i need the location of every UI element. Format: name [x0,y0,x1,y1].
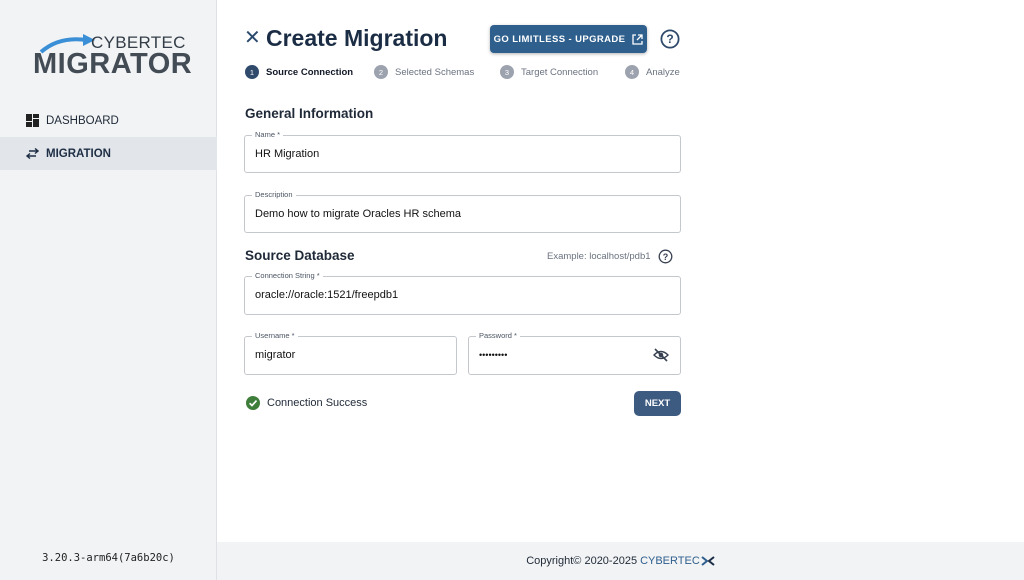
connection-example: Example: localhost/pdb1 ? [547,249,673,264]
step-label: Analyze [646,66,680,78]
step-target-connection[interactable]: 3 Target Connection [500,65,598,79]
sidebar-item-migration[interactable]: MIGRATION [0,137,217,170]
svg-text:?: ? [666,32,673,46]
username-field[interactable]: Username * migrator [244,331,457,375]
name-field-label: Name * [252,130,284,139]
footer-brand-link[interactable]: CYBERTEC [640,555,700,567]
step-number: 2 [374,65,388,79]
sidebar-item-dashboard[interactable]: DASHBOARD [0,104,217,137]
close-icon[interactable]: ✕ [244,28,261,48]
description-field[interactable]: Description Demo how to migrate Oracles … [244,190,681,233]
page-title: Create Migration [266,25,448,51]
connection-string-value[interactable]: oracle://oracle:1521/freepdb1 [255,289,398,301]
step-source-connection[interactable]: 1 Source Connection [245,65,353,79]
step-number: 3 [500,65,514,79]
check-circle-icon [246,396,260,410]
swap-arrows-icon [25,147,39,161]
connection-string-field[interactable]: Connection String * oracle://oracle:1521… [244,271,681,315]
step-analyze[interactable]: 4 Analyze [625,65,680,79]
footer: Copyright© 2020-2025 CYBERTEC [217,542,1024,580]
description-field-label: Description [252,190,296,199]
external-link-icon [632,33,644,45]
copyright-text: Copyright© 2020-2025 [526,555,638,567]
cybertec-migrator-logo[interactable]: CYBERTEC MIGRATOR [33,32,192,80]
connection-example-text: Example: localhost/pdb1 [547,251,651,262]
source-database-heading: Source Database [245,248,355,263]
help-circle-icon[interactable]: ? [660,29,680,54]
logo-main-text: MIGRATOR [33,48,193,80]
password-field-value[interactable]: ••••••••• [479,350,507,360]
password-field[interactable]: Password * ••••••••• [468,331,681,375]
upgrade-button-label: GO LIMITLESS - UPGRADE [493,33,626,45]
sidebar: CYBERTEC MIGRATOR DASHBOARD MIGRATION 3.… [0,0,217,580]
sidebar-item-label: DASHBOARD [46,114,119,127]
general-information-heading: General Information [245,106,374,121]
step-label: Selected Schemas [395,66,475,78]
help-circle-icon[interactable]: ? [658,249,673,264]
step-selected-schemas[interactable]: 2 Selected Schemas [374,65,474,79]
step-number: 4 [625,65,639,79]
connection-string-label: Connection String * [252,271,323,280]
visibility-off-icon[interactable] [653,348,669,367]
next-button[interactable]: NEXT [634,391,681,416]
step-label: Target Connection [521,66,599,78]
version-label: 3.20.3-arm64(7a6b20c) [42,552,175,564]
connection-status-text: Connection Success [267,397,368,409]
name-field-value[interactable]: HR Migration [255,148,319,160]
description-field-value[interactable]: Demo how to migrate Oracles HR schema [255,208,461,220]
cybertec-logo-icon [701,555,715,567]
password-field-label: Password * [476,331,520,340]
username-field-value[interactable]: migrator [255,349,295,361]
svg-text:?: ? [662,252,668,262]
step-number: 1 [245,65,259,79]
sidebar-item-label: MIGRATION [46,147,111,160]
username-field-label: Username * [252,331,298,340]
upgrade-button[interactable]: GO LIMITLESS - UPGRADE [490,25,647,53]
name-field[interactable]: Name * HR Migration [244,130,681,173]
dashboard-icon [25,114,39,128]
connection-status: Connection Success [246,396,367,410]
step-label: Source Connection [266,66,354,78]
